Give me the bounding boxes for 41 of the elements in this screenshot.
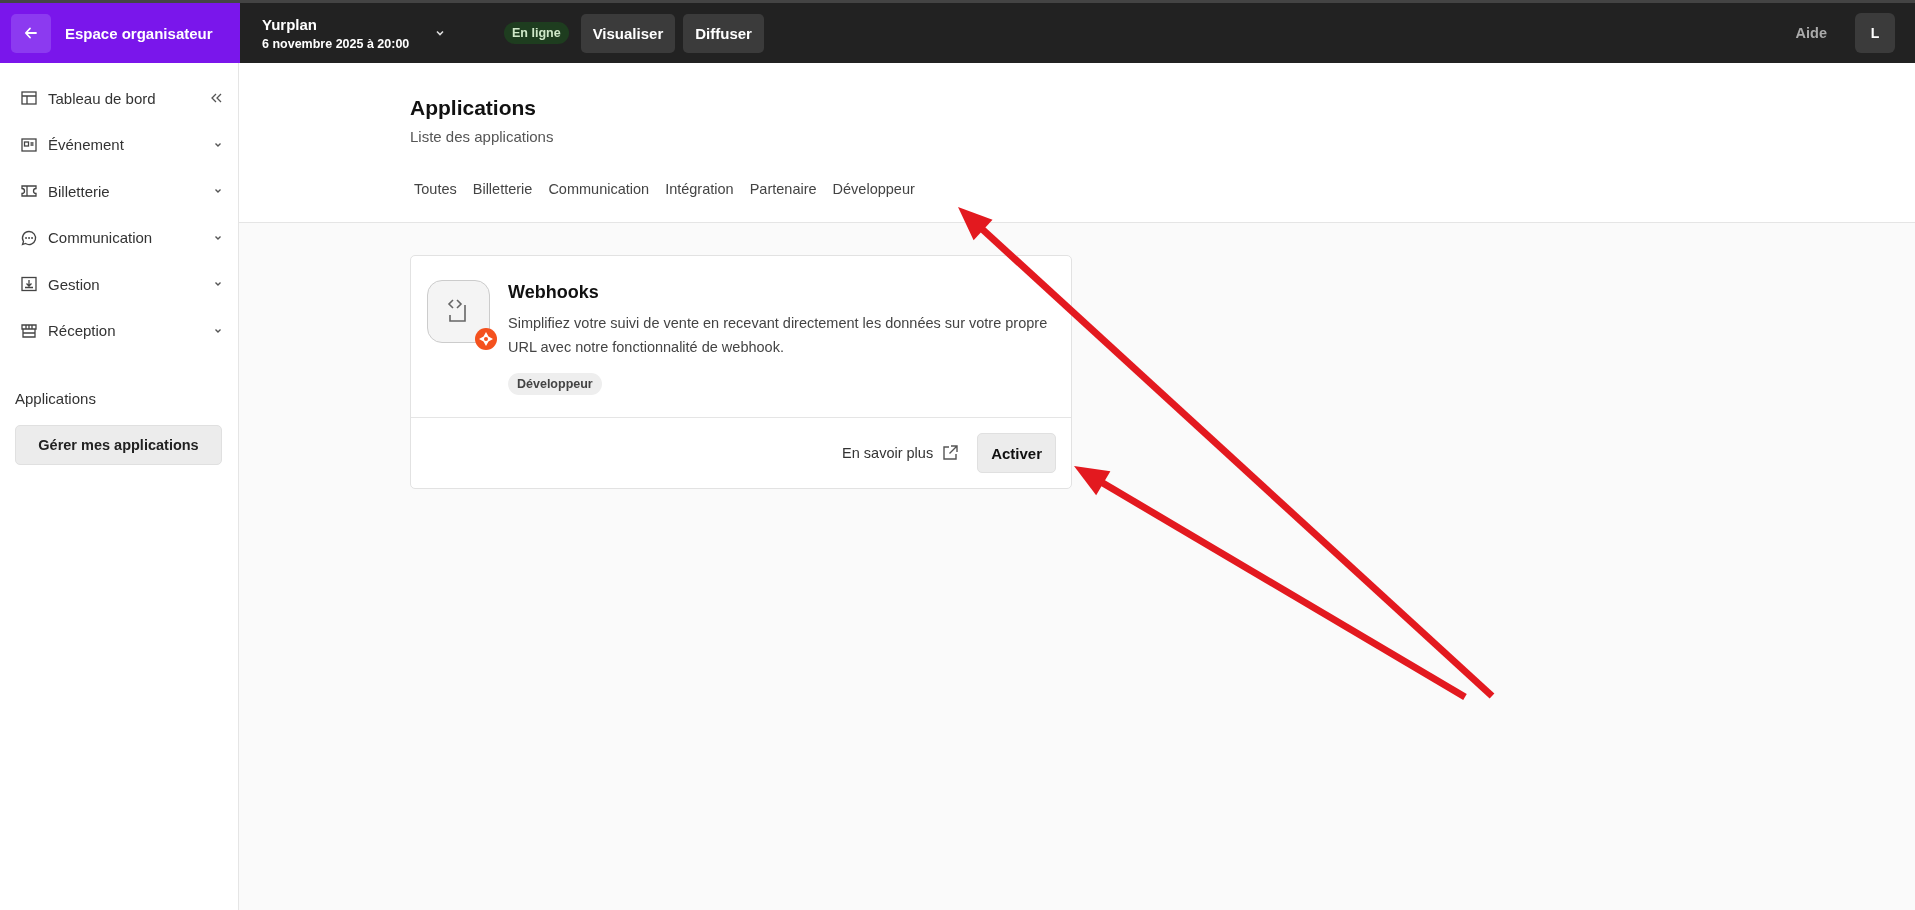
chevron-down-icon (213, 326, 223, 335)
avatar-button[interactable]: L (1855, 13, 1895, 53)
chevron-down-icon (213, 233, 223, 242)
status-badge: En ligne (504, 22, 569, 44)
sidebar-item[interactable]: Gestion (15, 261, 223, 308)
category-tab[interactable]: Intégration (665, 181, 734, 197)
sidebar-item[interactable]: Événement (15, 121, 223, 168)
layout-icon (20, 89, 38, 108)
card-icon (20, 135, 38, 154)
category-tab[interactable]: Billetterie (472, 181, 533, 197)
toolbar-button[interactable]: Diffuser (683, 13, 764, 53)
help-link[interactable]: Aide (1795, 25, 1827, 41)
category-tab[interactable]: Communication (548, 181, 650, 197)
chat-bubble-icon (20, 228, 38, 247)
chevron-down-icon (435, 29, 446, 37)
back-button[interactable] (11, 13, 51, 53)
category-tab[interactable]: Développeur (832, 181, 915, 197)
learn-more-link[interactable]: En savoir plus (842, 445, 934, 461)
app-description: Simplifiez votre suivi de vente en recevant directement les données sur votre propre URL avec notre fonctionnalité de webhook. (508, 314, 1049, 357)
toolbar-button[interactable]: Visualiser (580, 13, 676, 53)
download-icon (20, 275, 38, 294)
chevron-down-icon (213, 140, 223, 149)
sidebar-item[interactable]: Réception (15, 307, 223, 354)
event-selector[interactable]: Yurplan 6 novembre 2025 à 20:00 (262, 15, 472, 51)
sidebar-item[interactable]: Tableau de bord (15, 75, 223, 122)
sidebar-item[interactable]: Communication (15, 214, 223, 261)
activate-button[interactable]: Activer (977, 433, 1056, 473)
collapse-icon[interactable] (209, 92, 223, 105)
page-subtitle: Liste des applications (410, 128, 555, 145)
page-title: Applications (410, 96, 537, 120)
category-tag: Développeur (508, 373, 602, 395)
category-tab[interactable]: Partenaire (749, 181, 817, 197)
store-icon (20, 321, 38, 340)
organizer-space-label: Espace organisateur (65, 24, 213, 42)
section-title: Applications (15, 390, 97, 407)
external-link-icon (941, 444, 960, 462)
arrow-left-icon (24, 26, 38, 40)
sidebar-item[interactable]: Billetterie (15, 168, 223, 215)
manage-apps-button[interactable]: Gérer mes applications (15, 425, 222, 465)
app-name: Webhooks (508, 282, 600, 303)
category-tab[interactable]: Toutes (414, 181, 457, 197)
